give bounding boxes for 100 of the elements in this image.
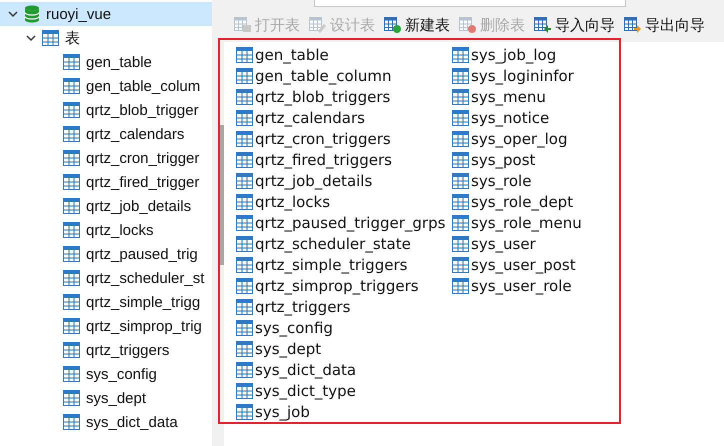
- table-icon: [236, 152, 253, 168]
- table-name[interactable]: sys_menu: [471, 88, 546, 106]
- design-table-icon: [309, 16, 327, 34]
- table-icon: [63, 414, 80, 430]
- table-icon: [236, 194, 253, 210]
- table-icon: [236, 236, 253, 252]
- table-name[interactable]: sys_notice: [471, 108, 550, 126]
- toolbar-button[interactable]: 导入向导: [534, 16, 615, 34]
- table-name[interactable]: qrtz_simple_triggers: [255, 256, 408, 274]
- table-name[interactable]: qrtz_simprop_triggers: [255, 276, 419, 294]
- table-icon: [452, 46, 469, 62]
- table-icon: [236, 382, 253, 398]
- tree-item[interactable]: qrtz_scheduler_st: [86, 270, 204, 286]
- table-icon: [452, 88, 469, 104]
- table-name[interactable]: gen_table_column: [255, 66, 392, 84]
- table-name[interactable]: sys_dept: [255, 340, 322, 358]
- table-name[interactable]: sys_job: [255, 402, 310, 420]
- tree-item[interactable]: gen_table_colum: [86, 78, 200, 94]
- table-name[interactable]: qrtz_calendars: [255, 108, 365, 126]
- table-name[interactable]: sys_dict_data: [255, 360, 356, 378]
- table-name[interactable]: sys_job_log: [471, 46, 556, 64]
- table-icon: [452, 110, 469, 126]
- chevron-icon[interactable]: [8, 10, 18, 18]
- table-icon: [236, 362, 253, 378]
- table-icon: [63, 342, 80, 358]
- import-table-icon: [534, 16, 552, 34]
- table-icon: [452, 214, 469, 230]
- table-name[interactable]: qrtz_blob_triggers: [255, 88, 390, 106]
- database-name: ruoyi_vue: [46, 6, 112, 22]
- tree-item[interactable]: sys_dept: [86, 390, 146, 406]
- tree-item[interactable]: qrtz_calendars: [86, 126, 184, 142]
- tree-item[interactable]: qrtz_fired_trigger: [86, 174, 200, 190]
- table-icon: [63, 270, 80, 286]
- tree-item[interactable]: qrtz_triggers: [86, 342, 170, 358]
- table-icon: [42, 30, 59, 46]
- table-icon: [63, 390, 80, 406]
- table-icon: [236, 278, 253, 294]
- table-name[interactable]: sys_oper_log: [471, 130, 568, 148]
- tree-item[interactable]: qrtz_job_details: [86, 198, 192, 214]
- table-name[interactable]: qrtz_cron_triggers: [255, 130, 391, 148]
- table-icon: [452, 278, 469, 294]
- table-name[interactable]: qrtz_paused_trigger_grps: [255, 214, 446, 232]
- table-icon: [452, 172, 469, 188]
- table-icon: [452, 68, 469, 84]
- tree-item[interactable]: qrtz_simprop_trig: [86, 318, 202, 334]
- table-name[interactable]: sys_user_role: [471, 276, 572, 294]
- toolbar-button[interactable]: 新建表: [384, 16, 450, 34]
- toolbar-button[interactable]: 导出向导: [624, 16, 705, 34]
- table-icon: [63, 54, 80, 70]
- table-icon: [452, 194, 469, 210]
- tree-item[interactable]: qrtz_simple_trigg: [86, 294, 200, 310]
- table-name[interactable]: sys_role_menu: [471, 214, 582, 232]
- table-icon: [452, 130, 469, 146]
- table-icon: [236, 46, 253, 62]
- new-table-icon: [384, 16, 402, 34]
- table-name[interactable]: sys_dict_type: [255, 382, 356, 400]
- table-name[interactable]: qrtz_fired_triggers: [255, 150, 392, 168]
- table-icon: [236, 110, 253, 126]
- table-icon: [63, 318, 80, 334]
- table-name[interactable]: sys_user_post: [471, 256, 576, 274]
- open-table-icon: [234, 16, 252, 34]
- tree-item[interactable]: sys_config: [86, 366, 157, 382]
- tree-item[interactable]: qrtz_paused_trig: [86, 246, 198, 262]
- table-icon: [452, 256, 469, 272]
- table-icon: [63, 126, 80, 142]
- tree-item[interactable]: qrtz_blob_trigger: [86, 102, 199, 118]
- export-table-icon: [624, 16, 642, 34]
- chevron-icon[interactable]: [26, 34, 36, 42]
- input-field[interactable]: [314, 0, 626, 7]
- table-icon: [452, 152, 469, 168]
- table-icon: [236, 68, 253, 84]
- table-name[interactable]: qrtz_scheduler_state: [255, 234, 411, 252]
- table-name[interactable]: sys_user: [471, 234, 536, 252]
- tree-item[interactable]: gen_table: [86, 54, 152, 70]
- tree-item[interactable]: 表: [65, 28, 80, 48]
- tree-item[interactable]: qrtz_cron_trigger: [86, 150, 200, 166]
- table-name[interactable]: sys_config: [255, 318, 333, 336]
- scrollbar-thumb[interactable]: [220, 125, 224, 265]
- table-icon: [236, 88, 253, 104]
- tree-item[interactable]: ruoyi_vue: [0, 2, 212, 26]
- table-icon: [63, 294, 80, 310]
- table-icon: [63, 366, 80, 382]
- table-icon: [63, 102, 80, 118]
- table-icon: [236, 214, 253, 230]
- table-name[interactable]: qrtz_locks: [255, 192, 330, 210]
- table-name[interactable]: qrtz_job_details: [255, 172, 372, 190]
- table-name[interactable]: qrtz_triggers: [255, 298, 350, 316]
- table-icon: [236, 130, 253, 146]
- table-name[interactable]: sys_role_dept: [471, 192, 574, 210]
- table-name[interactable]: gen_table: [255, 46, 329, 64]
- tree-item[interactable]: qrtz_locks: [86, 222, 154, 238]
- tree-item[interactable]: sys_dict_data: [86, 414, 178, 430]
- table-icon: [236, 172, 253, 188]
- table-icon: [452, 236, 469, 252]
- table-icon: [236, 320, 253, 336]
- table-name[interactable]: sys_post: [471, 150, 536, 168]
- table-name[interactable]: sys_role: [471, 172, 532, 190]
- table-icon: [236, 404, 253, 420]
- database-icon: [24, 5, 40, 23]
- table-name[interactable]: sys_logininfor: [471, 66, 574, 84]
